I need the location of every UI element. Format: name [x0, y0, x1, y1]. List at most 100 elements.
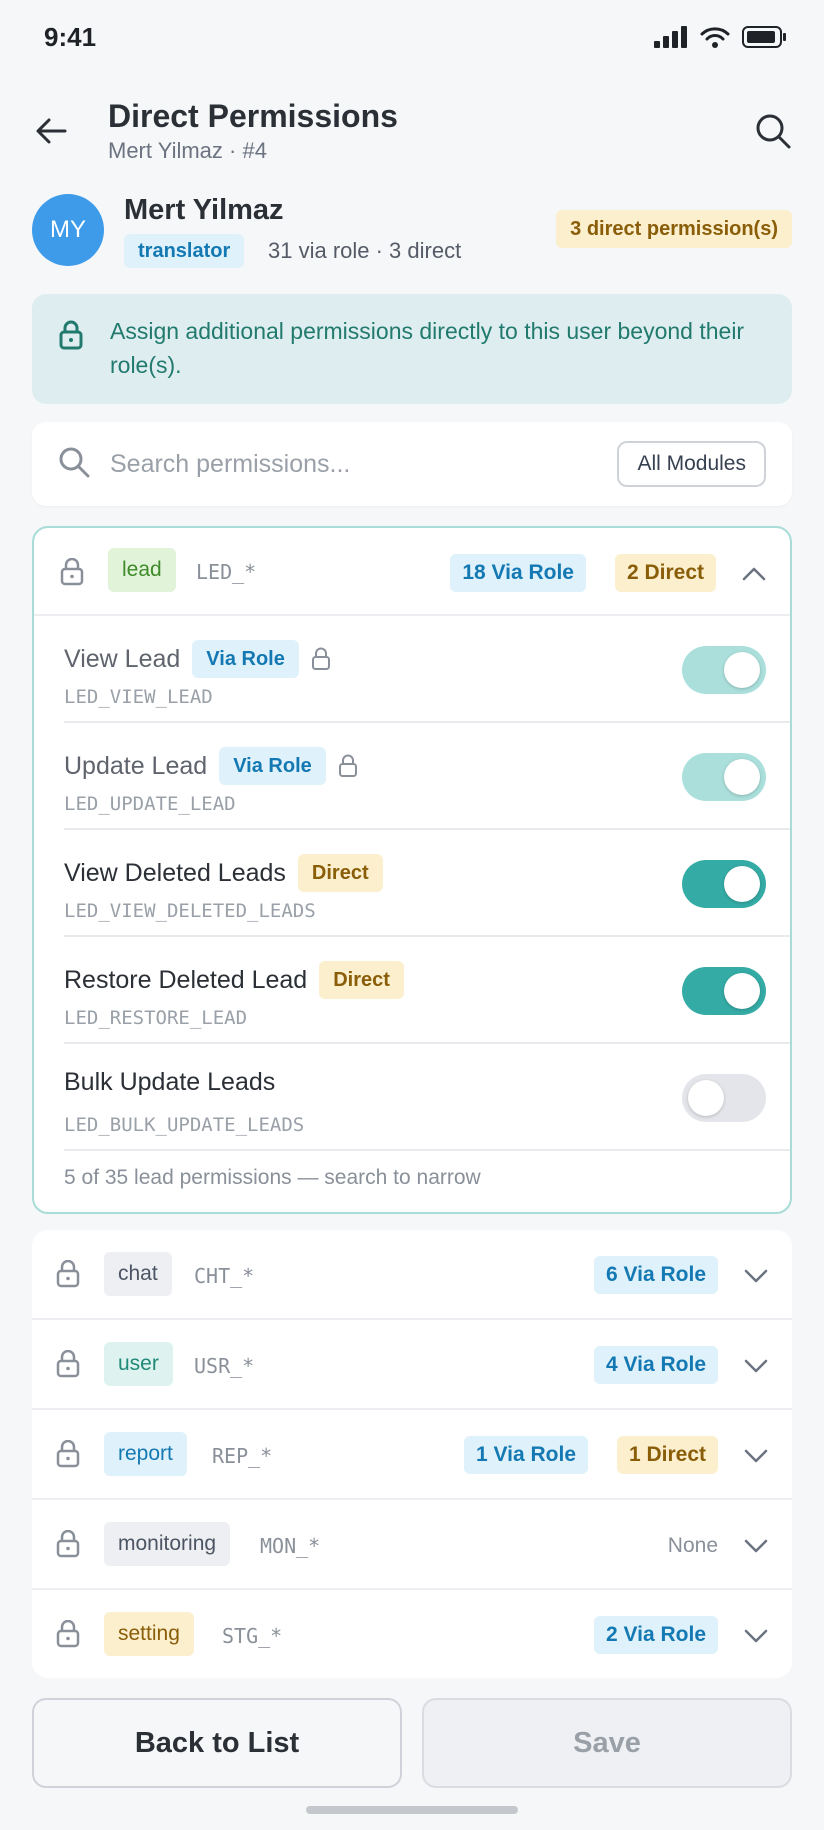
- lock-icon: [338, 754, 357, 777]
- module-tag: setting: [104, 1612, 194, 1656]
- via-role-count: 18 Via Role: [450, 554, 586, 592]
- direct-badge: Direct: [319, 961, 404, 999]
- info-banner-text: Assign additional permissions directly t…: [110, 318, 745, 378]
- avatar: MY: [32, 194, 104, 266]
- direct-badge: Direct: [297, 854, 383, 892]
- permission-code: LED_VIEW_LEAD: [64, 686, 213, 708]
- lock-icon: [56, 1440, 80, 1468]
- info-banner: Assign additional permissions directly t…: [32, 294, 792, 404]
- via-role-count: 4 Via Role: [594, 1346, 718, 1384]
- via-role-count: 1 Via Role: [464, 1436, 588, 1474]
- lock-icon: [59, 320, 83, 350]
- via-role-count: 6 Via Role: [594, 1256, 718, 1294]
- permission-row: Restore Deleted Lead Direct LED_RESTORE_…: [64, 937, 790, 1044]
- module-header-lead[interactable]: lead LED_* 18 Via Role 2 Direct: [34, 528, 790, 616]
- chevron-up-icon[interactable]: [738, 558, 770, 590]
- module-code: MON_*: [260, 1534, 321, 1558]
- module-tag: chat: [104, 1252, 172, 1296]
- status-icons: [654, 26, 788, 48]
- permission-name-wrap: Update Lead Via Role: [64, 747, 358, 785]
- direct-count-badge: 3 direct permission(s): [556, 210, 792, 248]
- permission-toggle[interactable]: [682, 646, 766, 694]
- lock-icon: [56, 1260, 80, 1288]
- module-footer-note: 5 of 35 lead permissions — search to nar…: [64, 1166, 481, 1189]
- wifi-icon: [700, 27, 730, 48]
- module-row-setting[interactable]: setting STG_* 2 Via Role: [32, 1590, 792, 1678]
- permission-row: View Lead Via Role LED_VIEW_LEAD: [64, 616, 790, 723]
- back-to-list-button[interactable]: Back to List: [32, 1698, 402, 1788]
- permission-code: LED_VIEW_DELETED_LEADS: [64, 900, 316, 922]
- permission-name: View Deleted Leads: [64, 858, 286, 887]
- signal-icon: [654, 26, 687, 48]
- permission-code: LED_RESTORE_LEAD: [64, 1007, 248, 1029]
- status-time: 9:41: [44, 22, 97, 52]
- lock-icon: [56, 1620, 80, 1648]
- module-list: chat CHT_* 6 Via Role user USR_* 4 Via R…: [32, 1230, 792, 1678]
- module-code: STG_*: [222, 1624, 283, 1648]
- lock-icon: [60, 558, 84, 586]
- permission-code: LED_BULK_UPDATE_LEADS: [64, 1114, 305, 1136]
- permission-name-wrap: Restore Deleted Lead Direct: [64, 961, 404, 999]
- page-title: Direct Permissions: [108, 98, 398, 134]
- permission-toggle[interactable]: [682, 967, 766, 1015]
- module-card-lead: lead LED_* 18 Via Role 2 Direct View Lea…: [32, 526, 792, 1214]
- permission-name-wrap: Bulk Update Leads: [64, 1068, 275, 1097]
- module-row-report[interactable]: report REP_* 1 Via Role 1 Direct: [32, 1410, 792, 1500]
- user-permission-stats: 31 via role · 3 direct: [268, 238, 462, 263]
- direct-count: 2 Direct: [614, 554, 716, 592]
- save-button[interactable]: Save: [422, 1698, 792, 1788]
- permission-name: Update Lead: [64, 751, 208, 780]
- chevron-down-icon[interactable]: [740, 1620, 772, 1652]
- chevron-down-icon[interactable]: [740, 1350, 772, 1382]
- module-tag: lead: [108, 548, 176, 592]
- module-code: LED_*: [196, 560, 257, 584]
- back-button[interactable]: [28, 108, 74, 154]
- chevron-down-icon[interactable]: [740, 1440, 772, 1472]
- permission-search-bar: All Modules: [32, 422, 792, 506]
- search-input[interactable]: [110, 444, 610, 484]
- toggle-knob: [724, 866, 760, 902]
- toggle-knob: [724, 973, 760, 1009]
- permission-name: View Lead: [64, 644, 181, 673]
- direct-count: 1 Direct: [616, 1436, 718, 1474]
- permission-name-wrap: View Deleted Leads Direct: [64, 854, 383, 892]
- user-name: Mert Yilmaz: [124, 194, 284, 226]
- arrow-left-icon: [36, 118, 67, 144]
- module-tag: report: [104, 1432, 187, 1476]
- toggle-knob: [724, 759, 760, 795]
- permission-name: Bulk Update Leads: [64, 1068, 276, 1096]
- toggle-knob: [724, 652, 760, 688]
- home-indicator: [306, 1806, 518, 1814]
- module-row-monitoring[interactable]: monitoring MON_* None: [32, 1500, 792, 1590]
- search-icon: [756, 114, 791, 149]
- via-role-badge: Via Role: [219, 747, 326, 785]
- module-tag: monitoring: [104, 1522, 231, 1566]
- permission-row: Bulk Update Leads LED_BULK_UPDATE_LEADS: [64, 1044, 790, 1151]
- role-chip: translator: [124, 234, 245, 268]
- permission-toggle[interactable]: [682, 1074, 766, 1122]
- user-summary: MY Mert Yilmaz translator 31 via role · …: [32, 194, 792, 268]
- via-role-badge: Via Role: [192, 640, 299, 678]
- module-filter-select[interactable]: All Modules: [617, 441, 766, 487]
- via-role-count: 2 Via Role: [594, 1616, 718, 1654]
- none-label: None: [667, 1534, 718, 1557]
- permission-name: Restore Deleted Lead: [64, 965, 308, 994]
- module-row-chat[interactable]: chat CHT_* 6 Via Role: [32, 1230, 792, 1320]
- module-tag: user: [104, 1342, 173, 1386]
- chevron-down-icon[interactable]: [740, 1260, 772, 1292]
- module-code: REP_*: [212, 1444, 273, 1468]
- battery-icon: [742, 26, 786, 48]
- permission-toggle[interactable]: [682, 753, 766, 801]
- toggle-knob: [688, 1080, 724, 1116]
- permission-row: Update Lead Via Role LED_UPDATE_LEAD: [64, 723, 790, 830]
- status-bar: 9:41: [0, 0, 824, 80]
- module-code: USR_*: [194, 1354, 255, 1378]
- permission-code: LED_UPDATE_LEAD: [64, 793, 236, 815]
- header-search-button[interactable]: [750, 108, 796, 154]
- app-header: Direct Permissions Mert Yilmaz · #4: [0, 90, 824, 170]
- permission-toggle[interactable]: [682, 860, 766, 908]
- chevron-down-icon[interactable]: [740, 1530, 772, 1562]
- permission-row: View Deleted Leads Direct LED_VIEW_DELET…: [64, 830, 790, 937]
- search-icon: [59, 447, 90, 478]
- module-row-user[interactable]: user USR_* 4 Via Role: [32, 1320, 792, 1410]
